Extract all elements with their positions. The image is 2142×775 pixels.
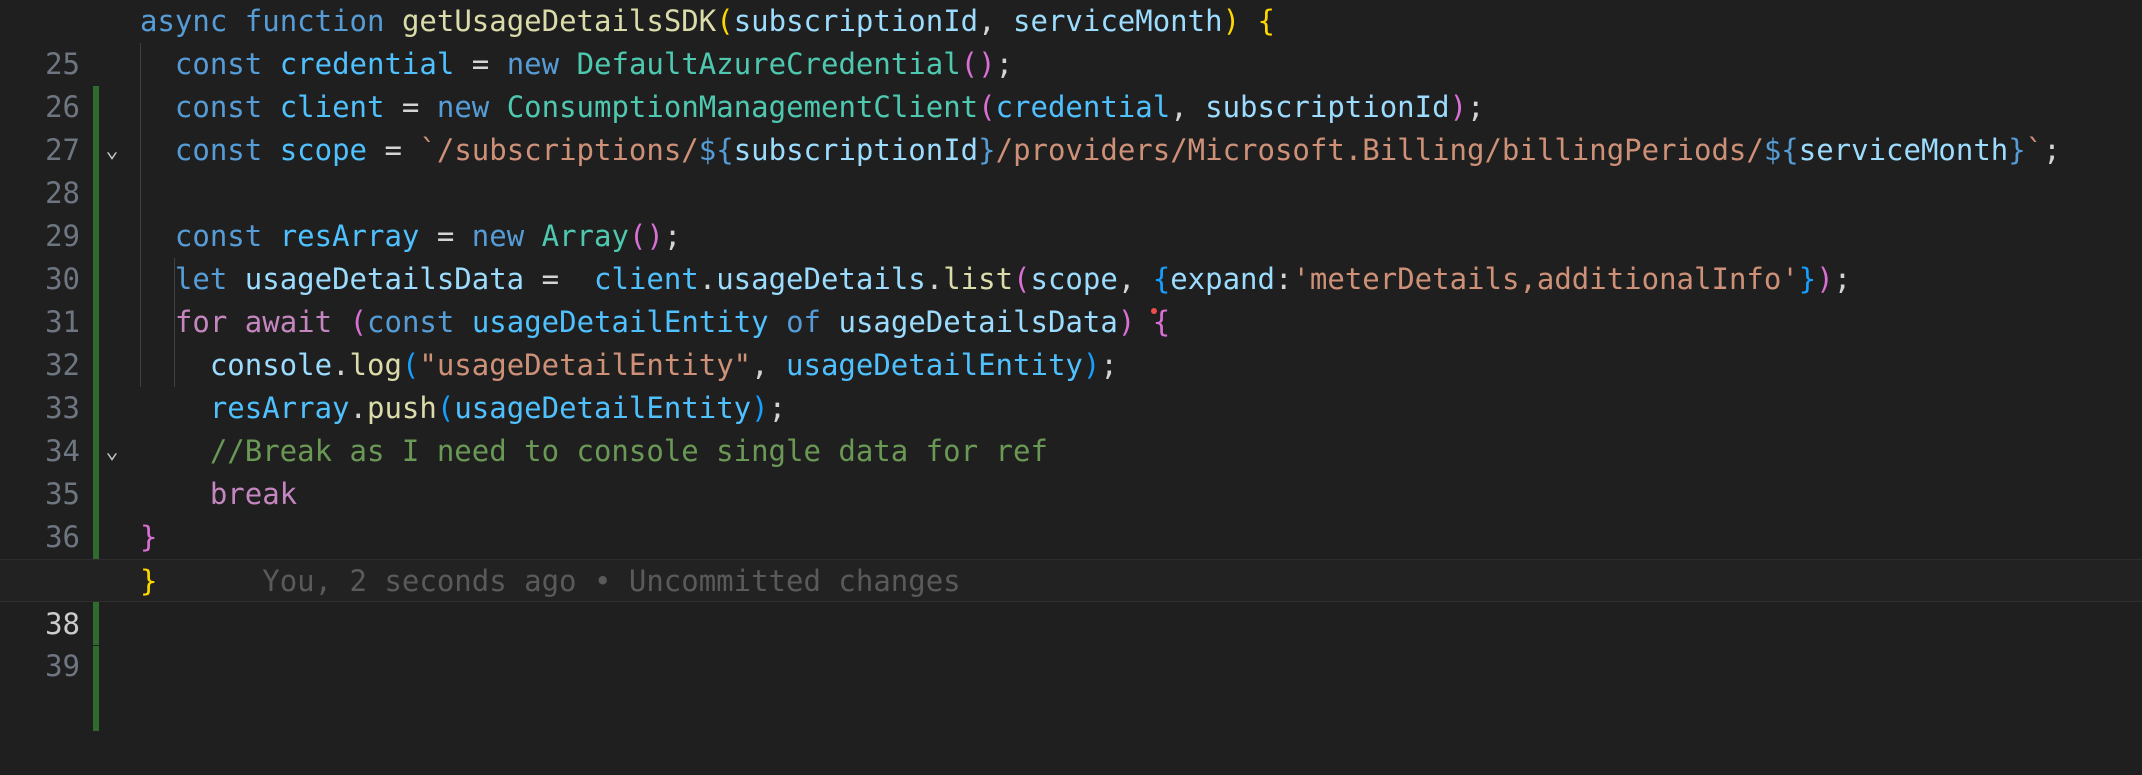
- code-text: }: [140, 520, 158, 554]
- code-text: const scope = `/subscriptions/${subscrip…: [174, 133, 2061, 167]
- code-text: const resArray = new Array();: [174, 219, 682, 253]
- code-line[interactable]: 33 console.log("usageDetailEntity", usag…: [0, 344, 2142, 473]
- code-line[interactable]: 25 ⌄ async function getUsageDetailsSDK(s…: [0, 0, 2142, 163]
- code-text: break: [209, 477, 298, 511]
- code-line[interactable]: 35 //Break as I need to console single d…: [0, 430, 2142, 559]
- code-line-current[interactable]: 38 } You, 2 seconds ago • Uncommitted ch…: [0, 559, 2142, 689]
- code-line[interactable]: 31 let usageDetailsData = client.usageDe…: [0, 258, 2142, 387]
- git-added-marker: [93, 646, 99, 689]
- code-line[interactable]: 27 const client = new ConsumptionManagem…: [0, 86, 2142, 215]
- code-line[interactable]: 29: [0, 172, 2142, 301]
- line-number: 39: [45, 649, 80, 683]
- code-text: } You, 2 seconds ago • Uncommitted chang…: [140, 564, 961, 598]
- code-line[interactable]: 26 const credential = new DefaultAzureCr…: [0, 43, 2142, 172]
- code-text: let usageDetailsData = client.usageDetai…: [174, 262, 1852, 314]
- code-text: resArray.push(usageDetailEntity);: [209, 391, 787, 425]
- code-line[interactable]: 32 ⌄ for await (const usageDetailEntity …: [0, 301, 2142, 464]
- code-line[interactable]: 37 }: [0, 516, 2142, 645]
- code-editor[interactable]: 25 ⌄ async function getUsageDetailsSDK(s…: [0, 0, 2142, 731]
- code-line[interactable]: 36 break: [0, 473, 2142, 602]
- code-text: //Break as I need to console single data…: [209, 434, 1048, 468]
- code-line[interactable]: 30 const resArray = new Array();: [0, 215, 2142, 344]
- code-line[interactable]: 34 resArray.push(usageDetailEntity);: [0, 387, 2142, 516]
- git-blame-annotation: You, 2 seconds ago • Uncommitted changes: [262, 564, 961, 598]
- code-text: console.log("usageDetailEntity", usageDe…: [209, 348, 1118, 382]
- code-text: for await (const usageDetailEntity of us…: [174, 305, 1171, 339]
- code-text: async function getUsageDetailsSDK(subscr…: [140, 4, 1275, 38]
- code-text: const credential = new DefaultAzureCrede…: [174, 47, 1014, 81]
- git-added-marker: [93, 688, 99, 731]
- code-line[interactable]: 28 const scope = `/subscriptions/${subsc…: [0, 129, 2142, 258]
- code-text: const client = new ConsumptionManagement…: [174, 90, 1485, 124]
- code-line[interactable]: 39: [0, 602, 2142, 731]
